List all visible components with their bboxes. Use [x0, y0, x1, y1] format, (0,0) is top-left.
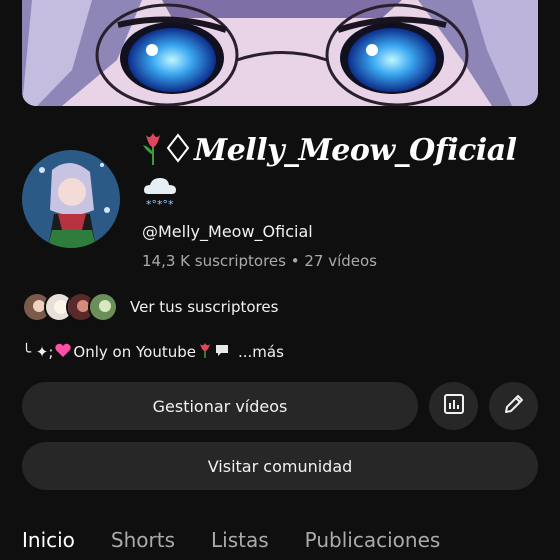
description-prefix: ╰ ✦;: [22, 343, 54, 361]
description-text: Only on Youtube: [73, 343, 196, 361]
channel-handle: @Melly_Meow_Oficial: [142, 222, 313, 241]
tab-shorts[interactable]: Shorts: [111, 528, 175, 552]
manage-videos-button[interactable]: Gestionar vídeos: [22, 382, 418, 430]
view-subscribers-link[interactable]: Ver tus suscriptores: [130, 298, 278, 316]
analytics-button[interactable]: [429, 382, 478, 430]
subscriber-avatars: [22, 292, 118, 322]
channel-tabs: Inicio Shorts Listas Publicaciones: [22, 528, 440, 552]
channel-name: Melly_Meow_Oficial: [194, 132, 517, 168]
tab-publicaciones[interactable]: Publicaciones: [305, 528, 441, 552]
speech-heart-icon: [214, 343, 230, 361]
sparkle-diamond-icon: [166, 131, 190, 169]
bar-chart-icon: [442, 392, 466, 420]
svg-text:*°*°*: *°*°*: [146, 198, 174, 211]
channel-banner: [22, 0, 538, 106]
view-subscribers-row[interactable]: Ver tus suscriptores: [22, 290, 278, 324]
channel-name-row: Melly_Meow_Oficial: [140, 128, 517, 172]
channel-avatar[interactable]: [22, 150, 120, 248]
visit-community-button[interactable]: Visitar comunidad: [22, 442, 538, 490]
cloud-snow-icon: *°*°*: [140, 172, 180, 216]
edit-channel-button[interactable]: [489, 382, 538, 430]
heart-icon: [55, 343, 72, 361]
tulip-icon: [140, 131, 166, 169]
tab-inicio[interactable]: Inicio: [22, 528, 75, 552]
more-link[interactable]: ...más: [238, 343, 284, 361]
channel-description[interactable]: ╰ ✦; Only on Youtube ...más: [22, 342, 284, 362]
subscriber-avatar: [88, 292, 118, 322]
tulip-small-icon: [198, 342, 212, 362]
channel-stats: 14,3 K suscriptores • 27 vídeos: [142, 252, 377, 270]
pencil-icon: [502, 392, 526, 420]
tab-listas[interactable]: Listas: [211, 528, 269, 552]
